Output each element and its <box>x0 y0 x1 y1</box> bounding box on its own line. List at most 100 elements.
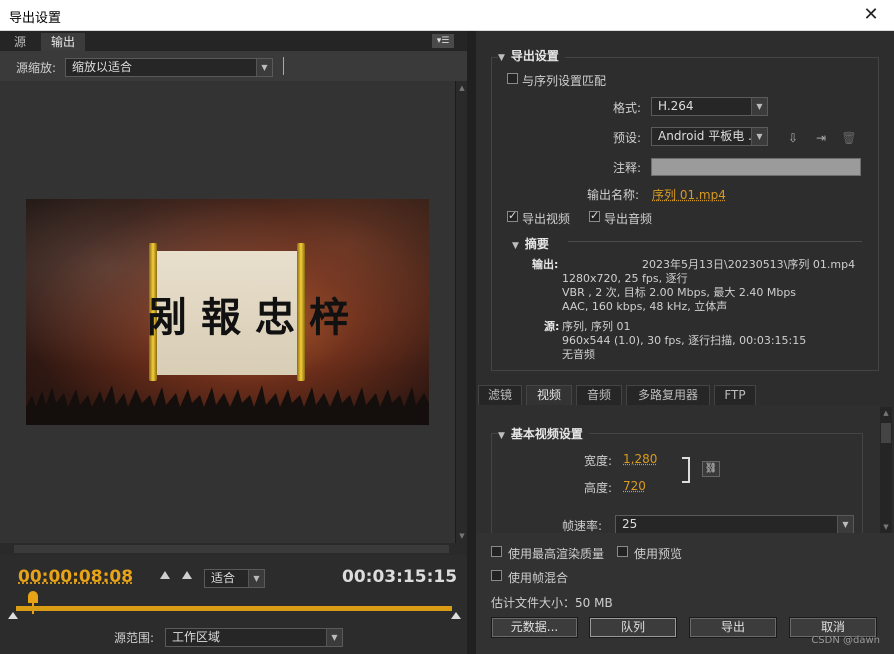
export-settings-title[interactable]: ▼ 导出设置 <box>498 47 565 64</box>
chevron-down-icon: ▼ <box>751 98 767 115</box>
tab-multiplexer[interactable]: 多路复用器 <box>626 385 710 405</box>
summary-source-line: 960x544 (1.0), 30 fps, 逐行扫描, 00:03:15:15 <box>562 334 807 347</box>
chevron-down-icon: ▼ <box>256 59 272 76</box>
scroll-down-icon[interactable]: ▼ <box>881 523 891 531</box>
panel-menu-icon[interactable]: ▾☰ <box>432 34 454 48</box>
set-in-point-icon[interactable] <box>160 571 170 579</box>
video-settings-panel: ▼ 基本视频设置 宽度: 1,280 高度: 720 ⛓ 帧速率: 25 ▼ <box>476 405 880 533</box>
export-video-checkbox[interactable] <box>507 209 518 222</box>
max-render-quality-checkbox[interactable] <box>491 546 502 557</box>
divider <box>283 57 284 75</box>
summary-source-line: 无音频 <box>562 348 595 361</box>
scrollbar-thumb[interactable] <box>881 423 891 443</box>
frame-blending-checkbox[interactable] <box>491 570 502 581</box>
export-settings-title-text: 导出设置 <box>510 49 559 63</box>
timeline-track[interactable] <box>16 606 452 611</box>
current-timecode[interactable]: 00:00:08:08 <box>18 567 133 587</box>
source-range-value: 工作区域 <box>172 630 221 644</box>
output-name-label: 输出名称: <box>587 188 640 202</box>
summary-title[interactable]: ▼ 摘要 <box>512 235 549 252</box>
preview-horizontal-scrollbar[interactable] <box>0 543 467 555</box>
tab-ftp[interactable]: FTP <box>714 385 756 405</box>
scrollbar-thumb[interactable] <box>14 545 449 553</box>
preview-tabbar: 源 输出 ▾☰ <box>0 31 467 51</box>
out-point-marker[interactable] <box>451 612 461 619</box>
close-icon[interactable]: ✕ <box>848 0 894 30</box>
source-scale-label: 源缩放: <box>16 61 57 75</box>
format-dropdown[interactable]: H.264 ▼ <box>651 97 768 116</box>
export-audio-label: 导出音频 <box>604 212 653 226</box>
video-frame: 剐報忠梓 <box>26 199 429 425</box>
comment-input[interactable] <box>651 158 861 176</box>
window-title: 导出设置 <box>9 11 62 26</box>
height-label: 高度: <box>584 481 613 495</box>
output-name-link[interactable]: 序列 01.mp4 <box>652 186 726 203</box>
aspect-bracket <box>682 457 690 483</box>
collapse-caret-icon[interactable]: ▼ <box>498 431 505 441</box>
use-preview-checkbox[interactable] <box>617 546 628 557</box>
collapse-caret-icon[interactable]: ▼ <box>498 53 505 63</box>
height-value[interactable]: 720 <box>623 479 646 493</box>
preset-label: 预设: <box>613 131 642 145</box>
scroll-up-icon[interactable]: ▲ <box>881 409 891 417</box>
settings-pane: ▼ 导出设置 与序列设置匹配 格式: H.264 ▼ 预设: Android 平板… <box>476 31 894 654</box>
framerate-dropdown[interactable]: 25 ▼ <box>615 515 854 533</box>
estimated-file-size: 估计文件大小：50 MB <box>491 596 613 610</box>
set-out-point-icon[interactable] <box>182 571 192 579</box>
summary-divider <box>568 241 862 242</box>
format-value: H.264 <box>658 99 694 113</box>
scroll-up-icon[interactable]: ▲ <box>457 83 467 93</box>
source-range-dropdown[interactable]: 工作区域 ▼ <box>165 628 343 647</box>
tab-audio[interactable]: 音频 <box>576 385 622 405</box>
link-icon[interactable]: ⛓ <box>702 461 720 477</box>
preset-dropdown[interactable]: Android 平板电 ... ▼ <box>651 127 768 146</box>
pane-divider[interactable] <box>467 31 476 654</box>
frame-blending-label: 使用帧混合 <box>508 571 569 585</box>
scroll-paper: 剐報忠梓 <box>147 251 349 375</box>
collapse-caret-icon[interactable]: ▼ <box>512 241 519 251</box>
scroll-roller-right <box>297 243 305 381</box>
export-button[interactable]: 导出 <box>689 617 777 638</box>
framerate-label: 帧速率: <box>562 519 603 533</box>
import-preset-icon[interactable]: ⇥ <box>812 131 830 145</box>
timeline-controls: 00:00:08:08 适合 ▼ 00:03:15:15 源范围: 工作区域 ▼ <box>0 555 467 654</box>
source-scale-row: 源缩放: 缩放以适合 ▼ <box>0 51 467 81</box>
use-preview-label: 使用预览 <box>634 547 683 561</box>
in-point-marker[interactable] <box>8 612 18 619</box>
width-value[interactable]: 1,280 <box>623 452 657 466</box>
preview-pane: 源 输出 ▾☰ 源缩放: 缩放以适合 ▼ 剐報忠梓 ▲ ▼ 00:00:08:0… <box>0 31 470 654</box>
preset-value: Android 平板电 ... <box>658 129 760 143</box>
summary-output-line: AAC, 160 kbps, 48 kHz, 立体声 <box>562 300 728 313</box>
watermark: CSDN @dawn <box>811 635 880 646</box>
fit-dropdown[interactable]: 适合 ▼ <box>204 569 265 588</box>
queue-button[interactable]: 队列 <box>589 617 677 638</box>
video-settings-scrollbar[interactable]: ▲ ▼ <box>880 407 892 533</box>
framerate-value: 25 <box>622 517 638 531</box>
export-audio-checkbox[interactable] <box>589 209 600 222</box>
fit-value: 适合 <box>211 571 236 585</box>
scroll-down-icon[interactable]: ▼ <box>457 531 467 541</box>
save-preset-icon[interactable]: ⇩ <box>784 131 802 145</box>
basic-video-title[interactable]: ▼ 基本视频设置 <box>498 425 589 442</box>
tab-video[interactable]: 视频 <box>526 385 572 405</box>
match-sequence-checkbox[interactable] <box>507 73 518 84</box>
tab-source[interactable]: 源 <box>4 33 36 51</box>
source-scale-dropdown[interactable]: 缩放以适合 ▼ <box>65 58 273 77</box>
chevron-down-icon: ▼ <box>751 128 767 145</box>
duration-timecode: 00:03:15:15 <box>342 567 458 587</box>
video-preview-area: 剐報忠梓 <box>0 81 455 543</box>
format-label: 格式: <box>613 101 642 115</box>
basic-video-title-text: 基本视频设置 <box>510 427 583 441</box>
summary-title-text: 摘要 <box>524 237 549 251</box>
delete-preset-icon[interactable]: 🗑 <box>840 131 858 145</box>
preview-vertical-scrollbar[interactable]: ▲ ▼ <box>455 81 467 543</box>
metadata-button[interactable]: 元数据... <box>491 617 578 638</box>
tab-output[interactable]: 输出 <box>41 33 86 51</box>
chevron-down-icon: ▼ <box>248 570 264 587</box>
export-options-area: 使用最高渲染质量 使用预览 使用帧混合 估计文件大小：50 MB 元数据... … <box>476 533 894 654</box>
match-sequence-label: 与序列设置匹配 <box>522 74 607 88</box>
settings-tabs: 滤镜 视频 音频 多路复用器 FTP <box>476 385 886 405</box>
window-titlebar: 导出设置 ✕ <box>0 0 894 31</box>
tab-filters[interactable]: 滤镜 <box>478 385 522 405</box>
max-render-quality-label: 使用最高渲染质量 <box>508 547 605 561</box>
